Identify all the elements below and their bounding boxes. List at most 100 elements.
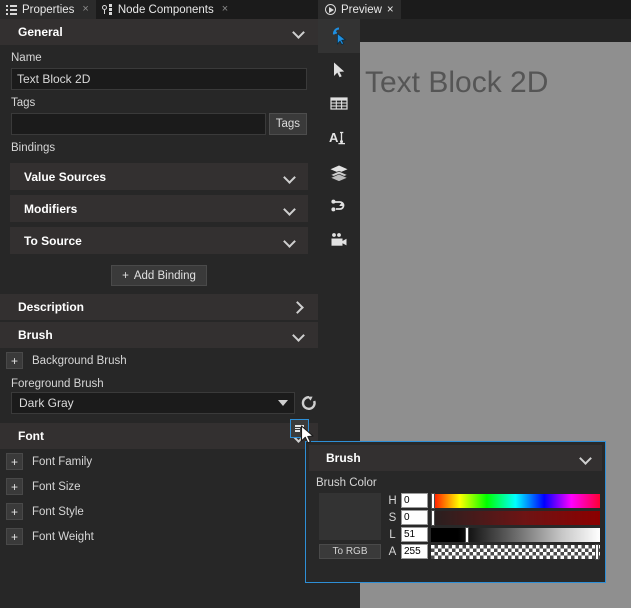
layers-icon: [329, 164, 349, 181]
background-brush-label: Background Brush: [32, 354, 127, 367]
plus-icon[interactable]: +: [6, 528, 23, 545]
hue-input[interactable]: 0: [401, 493, 428, 508]
hue-slider-thumb[interactable]: [431, 492, 435, 509]
video-camera-icon: [329, 232, 349, 248]
lightness-input[interactable]: 51: [401, 527, 428, 542]
alpha-label: A: [388, 545, 397, 558]
font-style-label: Font Style: [32, 505, 84, 518]
tab-properties[interactable]: Properties ×: [0, 0, 96, 19]
chevron-down-icon[interactable]: [293, 28, 306, 36]
text-format-icon: A: [329, 129, 349, 147]
tags-button[interactable]: Tags: [268, 113, 307, 135]
svg-text:A: A: [329, 130, 339, 145]
saturation-slider[interactable]: [431, 509, 600, 526]
section-general-label: General: [18, 25, 63, 39]
plus-icon[interactable]: +: [6, 352, 23, 369]
binding-section-to-source-wrap: To Source: [10, 227, 308, 254]
channel-row-saturation: S 0: [387, 509, 600, 526]
channel-row-hue: H 0: [387, 492, 600, 509]
swatch-column: To RGB: [319, 493, 381, 559]
channel-row-alpha: A 255: [387, 543, 600, 560]
toolbar-pointer-select-tool[interactable]: [318, 19, 360, 53]
tags-input[interactable]: [11, 113, 266, 135]
add-binding-label: Add Binding: [133, 269, 196, 282]
alpha-input[interactable]: 255: [401, 544, 428, 559]
section-description[interactable]: Description: [0, 294, 318, 320]
toolbar-arrow-tool[interactable]: [318, 53, 360, 87]
section-value-sources[interactable]: Value Sources: [10, 163, 308, 190]
alpha-slider-thumb[interactable]: [595, 543, 599, 560]
section-modifiers[interactable]: Modifiers: [10, 195, 308, 222]
section-general[interactable]: General: [0, 19, 318, 45]
saturation-slider-thumb[interactable]: [431, 509, 435, 526]
app-root: Properties × Node Components × General N…: [0, 0, 631, 608]
to-rgb-button[interactable]: To RGB: [319, 544, 381, 559]
lightness-label: L: [389, 528, 396, 541]
saturation-label: S: [388, 511, 397, 524]
add-binding-row: + Add Binding: [0, 254, 318, 292]
chevron-down-icon[interactable]: [284, 173, 297, 181]
left-tabbar: Properties × Node Components ×: [0, 0, 318, 19]
font-weight-label: Font Weight: [32, 530, 94, 543]
add-binding-button[interactable]: + Add Binding: [111, 265, 207, 286]
lightness-slider-thumb[interactable]: [464, 526, 469, 543]
tab-preview-label: Preview: [341, 3, 382, 16]
chevron-down-icon[interactable]: [284, 237, 297, 245]
toolbar-layers-tool[interactable]: [318, 155, 360, 189]
plus-icon[interactable]: +: [6, 503, 23, 520]
arrow-pointer-icon: [330, 61, 348, 79]
font-family-label: Font Family: [32, 455, 93, 468]
brush-color-label: Brush Color: [316, 477, 377, 489]
cursor-click-icon: [329, 26, 349, 46]
section-to-source[interactable]: To Source: [10, 227, 308, 254]
popup-brush-label: Brush: [326, 451, 361, 465]
tab-properties-label: Properties: [22, 3, 75, 16]
chevron-down-icon[interactable]: [293, 331, 306, 339]
plus-icon[interactable]: +: [6, 453, 23, 470]
saturation-input[interactable]: 0: [401, 510, 428, 525]
tab-properties-close-icon[interactable]: ×: [82, 4, 88, 15]
alpha-slider[interactable]: [431, 543, 600, 560]
name-input[interactable]: Text Block 2D: [11, 68, 307, 90]
toolbar-text-tool[interactable]: A: [318, 121, 360, 155]
foreground-brush-label: Foreground Brush: [11, 378, 104, 390]
plus-icon[interactable]: +: [6, 478, 23, 495]
tags-label: Tags: [11, 97, 36, 109]
popup-section-brush[interactable]: Brush: [309, 445, 602, 471]
foreground-brush-dropdown[interactable]: Dark Gray: [11, 392, 295, 414]
font-family-row: + Font Family: [0, 449, 318, 474]
properties-panel: Properties × Node Components × General N…: [0, 0, 318, 608]
lightness-gradient: [431, 527, 600, 542]
table-grid-icon: [330, 96, 348, 112]
channel-column: H 0 S 0 L 51 A 255: [387, 492, 600, 560]
toolbar-graph-tool[interactable]: [318, 189, 360, 223]
toolbar-grid-tool[interactable]: [318, 87, 360, 121]
foreground-brush-edit-button[interactable]: [290, 419, 309, 438]
tab-preview[interactable]: Preview ×: [318, 0, 401, 19]
brush-color-controls: To RGB H 0 S 0 L 51 A 255: [306, 492, 605, 560]
section-font-label: Font: [18, 429, 44, 443]
channel-row-lightness: L 51: [387, 526, 600, 543]
toolbar-camera-tool[interactable]: [318, 223, 360, 257]
reset-arrow-icon[interactable]: [300, 394, 318, 412]
chevron-right-icon[interactable]: [293, 303, 306, 311]
saturation-gradient: [431, 510, 600, 525]
node-link-icon: [329, 197, 349, 215]
section-font[interactable]: Font: [0, 423, 318, 449]
section-to-source-label: To Source: [24, 233, 82, 248]
name-input-value: Text Block 2D: [17, 72, 91, 86]
foreground-brush-row: Dark Gray: [11, 392, 318, 414]
tab-node-components[interactable]: Node Components ×: [95, 0, 236, 19]
color-preview-swatch: [319, 493, 381, 540]
font-style-row: + Font Style: [0, 499, 318, 524]
hue-slider[interactable]: [431, 492, 600, 509]
tab-node-components-close-icon[interactable]: ×: [222, 4, 228, 15]
chevron-down-icon[interactable]: [284, 205, 297, 213]
lightness-slider[interactable]: [431, 526, 600, 543]
tab-preview-close-icon[interactable]: ×: [387, 4, 394, 16]
chevron-down-icon[interactable]: [580, 454, 593, 462]
plus-icon: +: [122, 269, 129, 282]
tab-node-components-label: Node Components: [117, 3, 214, 16]
font-weight-row: + Font Weight: [0, 524, 318, 549]
section-brush[interactable]: Brush: [0, 322, 318, 348]
